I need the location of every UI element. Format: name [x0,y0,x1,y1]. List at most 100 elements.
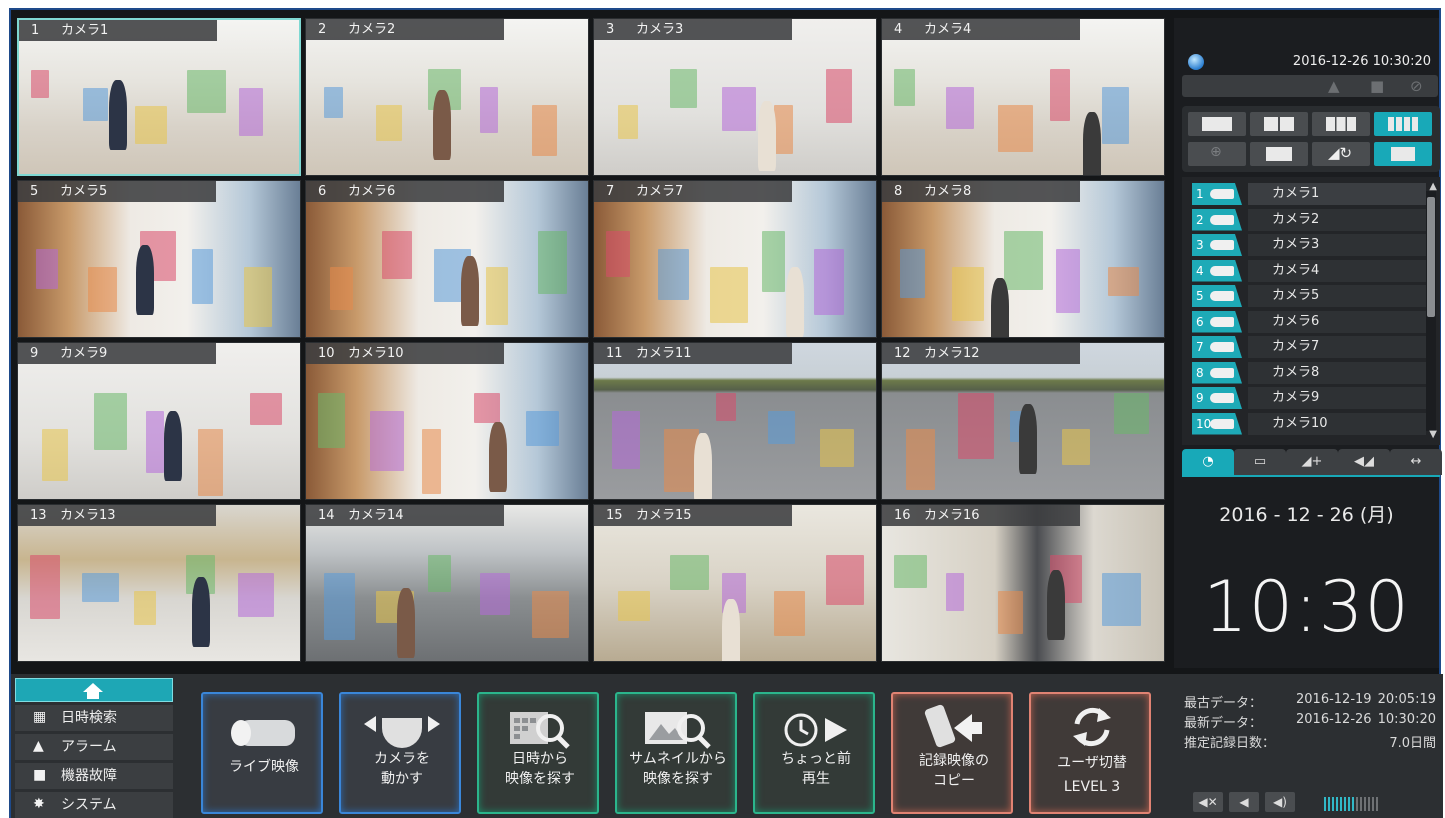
camera-tile[interactable]: 5 カメラ5 [17,180,301,338]
menu-system[interactable]: ✸ システム [15,792,173,818]
copy-recording-button[interactable]: 記録映像の コピー [891,692,1013,814]
camera-list-item[interactable]: 3 カメラ3 [1192,234,1426,256]
camera-tile[interactable]: 1 カメラ1 [17,18,301,176]
camera-tile[interactable]: 15 カメラ15 [593,504,877,662]
camera-cycle-button[interactable]: ◢↻ [1312,142,1370,166]
window-button[interactable] [1374,142,1432,166]
scene-shelf [710,267,748,323]
scene-shelf [480,573,510,615]
camera-tile[interactable]: 4 カメラ4 [881,18,1165,176]
scene-shelf [774,591,805,636]
tab-camera-in[interactable]: ◀◢ [1338,449,1390,475]
scene-shelf [1004,231,1043,290]
volume-bar [1340,797,1342,811]
move-camera-label-1: カメラを [374,751,430,767]
camera-tile[interactable]: 11 カメラ11 [593,342,877,500]
sequence-button[interactable] [1250,142,1308,166]
scene-shelf [538,231,567,294]
search-by-thumbnail-button[interactable]: サムネイルから 映像を探す [615,692,737,814]
camera-icon [1210,240,1234,250]
copy-recording-label-1: 記録映像の [919,753,989,769]
scene-shelf [526,411,559,446]
tab-camera-swap[interactable]: ↔ [1390,449,1442,475]
camera-number: 7 [606,184,615,199]
tab-add-camera[interactable]: ◢+ [1286,449,1338,475]
live-view-button[interactable]: ライブ映像 [201,692,323,814]
right-panel: 2016-12-26 10:30:20 ▲ ■ ⊘ ⊕ ◢↻ 1 カメラ1 2 カメラ… [1174,18,1442,668]
camera-icon [1210,189,1234,199]
clock-time: 10:30 [1203,566,1410,648]
camera-list-item[interactable]: 1 カメラ1 [1192,183,1426,205]
layout-16-button[interactable] [1374,112,1432,136]
home-button[interactable] [15,678,173,702]
layout-9-icon [1326,117,1356,131]
scene-person [758,101,776,171]
scene-shelf [670,555,709,590]
camera-list-item[interactable]: 6 カメラ6 [1192,310,1426,333]
camera-tile[interactable]: 16 カメラ16 [881,504,1165,662]
layout-16-icon [1388,117,1418,131]
layout-1-button[interactable] [1188,112,1246,136]
mute-button[interactable]: ◀✕ [1193,792,1223,812]
camera-list-item[interactable]: 8 カメラ8 [1192,361,1426,384]
camera-name: カメラ12 [924,346,980,361]
layout-9-button[interactable] [1312,112,1370,136]
camera-number: 1 [31,23,40,38]
camera-list-item[interactable]: 4 カメラ4 [1192,259,1426,282]
tab-camera[interactable]: ▭ [1234,449,1286,475]
switch-user-label: ユーザ切替 [1057,755,1127,771]
camera-number: 2 [318,22,327,37]
volume-up-button[interactable]: ◀) [1265,792,1295,812]
camera-tile[interactable]: 6 カメラ6 [305,180,589,338]
camera-tile[interactable]: 2 カメラ2 [305,18,589,176]
camera-list-item[interactable]: 7 カメラ7 [1192,336,1426,358]
volume-meter[interactable] [1324,796,1382,811]
volume-bar [1356,797,1358,811]
switch-user-button[interactable]: ユーザ切替 LEVEL 3 [1029,692,1151,814]
scene-shelf [376,105,402,141]
camera-tile[interactable]: 7 カメラ7 [593,180,877,338]
menu-date-search[interactable]: ▦ 日時検索 [15,705,173,731]
camera-number: 11 [606,346,623,361]
camera-tile[interactable]: 10 カメラ10 [305,342,589,500]
scrollbar-thumb[interactable] [1427,197,1435,317]
camera-tile-label: 4 カメラ4 [882,19,1080,40]
scene-shelf [428,555,451,592]
menu-alarm[interactable]: ▲ アラーム [15,734,173,760]
camera-tile[interactable]: 13 カメラ13 [17,504,301,662]
scroll-down-icon[interactable]: ▼ [1429,429,1437,440]
replay-button[interactable]: ちょっと前 再生 [753,692,875,814]
camera-number: 4 [894,22,903,37]
tab-clock[interactable]: ◔ [1182,449,1234,475]
camera-icon [1210,265,1234,276]
menu-device-fault[interactable]: ■ 機器故障 [15,763,173,789]
scene-shelf [612,411,640,469]
volume-down-button[interactable]: ◀ [1229,792,1259,812]
zoom-button[interactable]: ⊕ [1188,142,1246,166]
search-by-date-button[interactable]: 日時から 映像を探す [477,692,599,814]
scene-shelf [370,411,404,471]
camera-list-item[interactable]: 9 カメラ9 [1192,387,1426,409]
gear-icon: ✸ [33,796,45,812]
camera-tile[interactable]: 8 カメラ8 [881,180,1165,338]
camera-list-item[interactable]: 10 カメラ10 [1192,412,1426,435]
camera-tile[interactable]: 14 カメラ14 [305,504,589,662]
layout-4-button[interactable] [1250,112,1308,136]
camera-tile[interactable]: 12 カメラ12 [881,342,1165,500]
move-camera-button[interactable]: カメラを 動かす [339,692,461,814]
camera-list-item[interactable]: 5 カメラ5 [1192,285,1426,307]
camera-tile-label: 2 カメラ2 [306,19,504,40]
scene-shelf [1114,393,1149,434]
camera-list-item[interactable]: 2 カメラ2 [1192,208,1426,231]
camera-number: 13 [30,508,47,523]
scene-shelf [192,249,213,304]
volume-bar [1368,797,1370,811]
camera-in-icon: ◀◢ [1354,454,1374,469]
camera-list-scrollbar[interactable] [1426,191,1436,431]
camera-tile[interactable]: 9 カメラ9 [17,342,301,500]
camera-tile-label: 14 カメラ14 [306,505,504,526]
camera-tile[interactable]: 3 カメラ3 [593,18,877,176]
camera-tile-label: 16 カメラ16 [882,505,1080,526]
scene-person [109,80,127,150]
scene-shelf [134,591,156,625]
